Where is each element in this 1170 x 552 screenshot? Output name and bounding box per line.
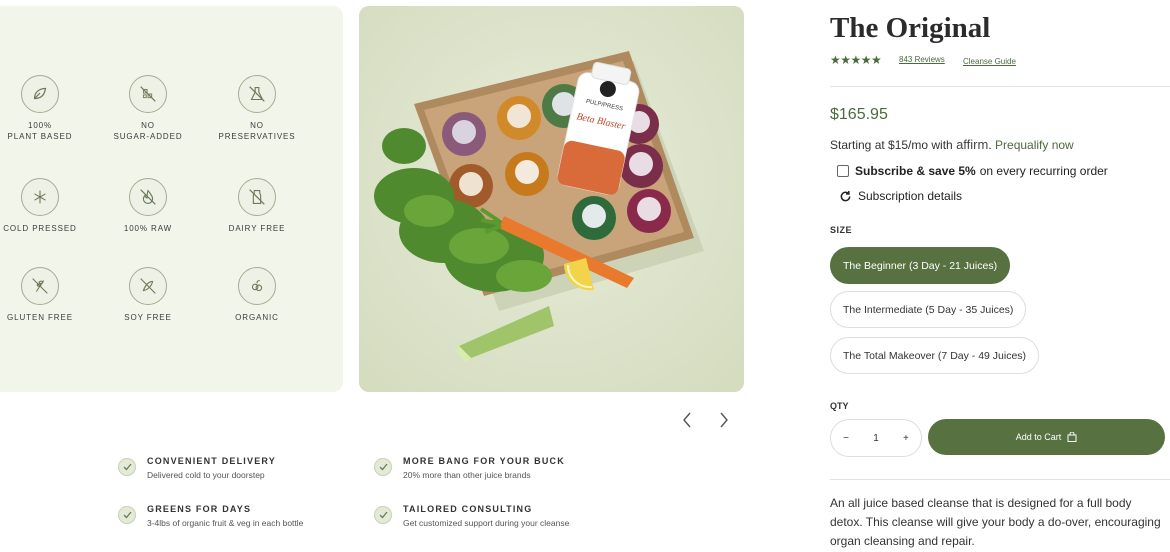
quantity-stepper: − 1 +: [830, 419, 922, 457]
no-sugar-icon: [129, 75, 167, 113]
carousel-prev-button[interactable]: [677, 409, 697, 431]
product-price: $165.95: [830, 106, 888, 123]
size-label: SIZE: [830, 225, 853, 235]
product-title: The Original: [830, 12, 991, 44]
feature-plant-based: 100% PLANT BASED: [0, 75, 95, 142]
flame-crossed-icon: [129, 178, 167, 216]
subscribe-checkbox[interactable]: [837, 165, 849, 177]
affirm-financing: Starting at $15/mo with affirm. Prequali…: [830, 137, 1074, 152]
features-panel: 100% PLANT BASED NO SUGAR-ADDED NO PRESE…: [0, 6, 343, 392]
feature-organic: ORGANIC: [202, 267, 312, 323]
produce-icon: [238, 267, 276, 305]
no-preservatives-icon: [238, 75, 276, 113]
product-image[interactable]: PULP/PRESS Beta Blaster: [359, 6, 744, 392]
juice-box-illustration: PULP/PRESS Beta Blaster: [359, 6, 744, 392]
benefit-convenient-delivery: CONVENIENT DELIVERY Delivered cold to yo…: [118, 456, 358, 490]
bag-icon: [1067, 432, 1077, 442]
carousel-next-button[interactable]: [714, 409, 734, 431]
size-option-beginner[interactable]: The Beginner (3 Day - 21 Juices): [830, 247, 1011, 284]
qty-value[interactable]: 1: [873, 433, 879, 444]
check-icon: [374, 506, 392, 524]
check-icon: [118, 458, 136, 476]
feature-dairy-free: DAIRY FREE: [202, 178, 312, 234]
refresh-icon: [840, 190, 851, 201]
add-to-cart-button[interactable]: Add to Cart: [928, 419, 1165, 455]
reviews-link[interactable]: 843 Reviews: [899, 55, 945, 64]
feature-no-sugar: NO SUGAR-ADDED: [93, 75, 203, 142]
benefit-greens: GREENS FOR DAYS 3-4lbs of organic fruit …: [118, 504, 358, 538]
benefit-more-bang: MORE BANG FOR YOUR BUCK 20% more than ot…: [374, 456, 614, 490]
size-option-intermediate[interactable]: The Intermediate (5 Day - 35 Juices): [830, 291, 1027, 328]
qty-decrease-button[interactable]: −: [843, 433, 849, 444]
wheat-crossed-icon: [21, 267, 59, 305]
feature-no-preservatives: NO PRESERVATIVES: [202, 75, 312, 142]
cleanse-guide-link[interactable]: Cleanse Guide: [963, 57, 1016, 66]
snowflake-icon: [21, 178, 59, 216]
divider: [830, 86, 1170, 87]
soy-crossed-icon: [129, 267, 167, 305]
feature-cold-pressed: COLD PRESSED: [0, 178, 95, 234]
rating-stars-icon: ★★★★★: [830, 53, 882, 67]
subscribe-option[interactable]: Subscribe & save 5% on every recurring o…: [837, 164, 1108, 178]
divider: [830, 479, 1170, 480]
milk-crossed-icon: [238, 178, 276, 216]
size-option-total-makeover[interactable]: The Total Makeover (7 Day - 49 Juices): [830, 337, 1040, 374]
check-icon: [374, 458, 392, 476]
leaf-icon: [21, 75, 59, 113]
qty-increase-button[interactable]: +: [903, 433, 909, 444]
chevron-right-icon: [720, 412, 728, 428]
benefit-tailored-consulting: TAILORED CONSULTING Get customized suppo…: [374, 504, 614, 538]
qty-label: QTY: [830, 401, 849, 411]
feature-soy-free: SOY FREE: [93, 267, 203, 323]
affirm-logo: affirm: [956, 137, 989, 152]
check-icon: [118, 506, 136, 524]
chevron-left-icon: [683, 412, 691, 428]
product-description: An all juice based cleanse that is desig…: [830, 496, 1161, 548]
feature-raw: 100% RAW: [93, 178, 203, 234]
subscription-details-link[interactable]: Subscription details: [839, 189, 962, 203]
prequalify-link[interactable]: Prequalify now: [995, 138, 1074, 152]
feature-gluten-free: GLUTEN FREE: [0, 267, 95, 323]
